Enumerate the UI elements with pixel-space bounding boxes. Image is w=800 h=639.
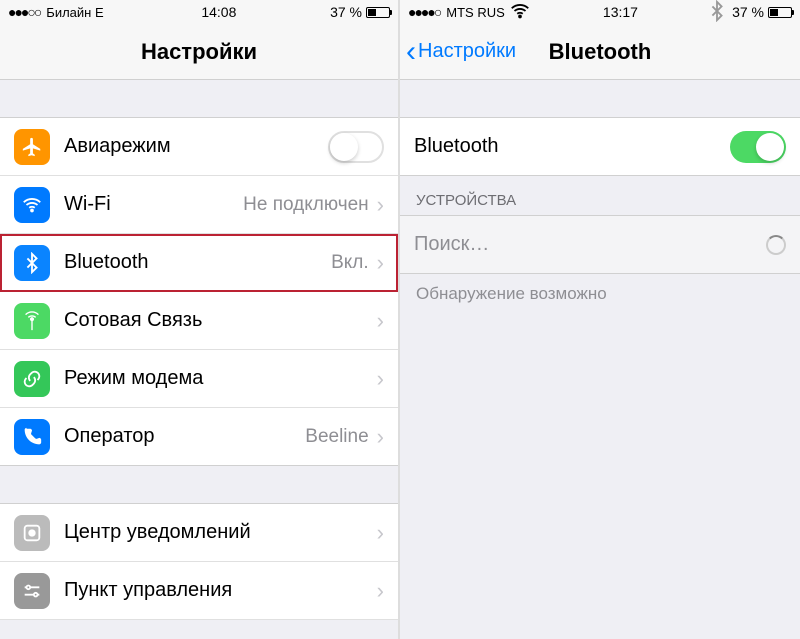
airplane-label: Авиарежим: [64, 135, 171, 158]
bluetooth-status-icon: [706, 0, 728, 25]
row-hotspot[interactable]: Режим модема ›: [0, 350, 398, 408]
clock: 14:08: [201, 4, 236, 20]
signal-dots-icon: ●●●●○: [408, 4, 440, 20]
notifications-label: Центр уведомлений: [64, 521, 251, 544]
hotspot-label: Режим модема: [64, 367, 203, 390]
clock: 13:17: [603, 4, 638, 20]
row-bluetooth[interactable]: Bluetooth Вкл. ›: [0, 234, 398, 292]
discoverable-note: Обнаружение возможно: [400, 274, 800, 314]
row-cellular[interactable]: Сотовая Связь ›: [0, 292, 398, 350]
chevron-right-icon: ›: [377, 308, 384, 334]
row-wifi[interactable]: Wi-Fi Не подключен ›: [0, 176, 398, 234]
status-bar: ●●●○○ Билайн E 14:08 37 %: [0, 0, 398, 24]
back-button[interactable]: ‹ Настройки: [406, 37, 516, 67]
wifi-label: Wi-Fi: [64, 193, 111, 216]
airplane-toggle[interactable]: [328, 131, 384, 163]
searching-label: Поиск…: [414, 233, 489, 256]
cellular-label: Сотовая Связь: [64, 309, 202, 332]
wifi-status-icon: [509, 0, 531, 25]
section-gap: [400, 80, 800, 118]
phone-icon: [14, 419, 50, 455]
settings-screen: ●●●○○ Билайн E 14:08 37 % Настройки Авиа…: [0, 0, 400, 639]
antenna-icon: [14, 303, 50, 339]
chevron-right-icon: ›: [377, 366, 384, 392]
bluetooth-toggle-label: Bluetooth: [414, 135, 499, 158]
nav-bar: Настройки: [0, 24, 398, 80]
carrier-label: Оператор: [64, 425, 155, 448]
airplane-icon: [14, 129, 50, 165]
bluetooth-screen: ●●●●○ MTS RUS 13:17 37 % ‹ Настройки Blu…: [400, 0, 800, 639]
bluetooth-toggle[interactable]: [730, 131, 786, 163]
chevron-right-icon: ›: [377, 520, 384, 546]
back-label: Настройки: [418, 40, 516, 63]
carrier-label: Билайн E: [46, 5, 103, 20]
chevron-right-icon: ›: [377, 250, 384, 276]
wifi-value: Не подключен: [111, 194, 369, 216]
bluetooth-label: Bluetooth: [64, 251, 149, 274]
nav-bar: ‹ Настройки Bluetooth: [400, 24, 800, 80]
battery-icon: [768, 7, 792, 18]
chevron-left-icon: ‹: [406, 37, 416, 67]
notification-center-icon: [14, 515, 50, 551]
chevron-right-icon: ›: [377, 192, 384, 218]
chevron-right-icon: ›: [377, 424, 384, 450]
row-searching: Поиск…: [400, 216, 800, 274]
signal-dots-icon: ●●●○○: [8, 4, 40, 20]
section-gap: [0, 466, 398, 504]
devices-section-header: УСТРОЙСТВА: [400, 176, 800, 216]
page-title: Настройки: [141, 39, 257, 65]
row-bluetooth-toggle[interactable]: Bluetooth: [400, 118, 800, 176]
bluetooth-icon: [14, 245, 50, 281]
section-gap: [0, 80, 398, 118]
row-notifications[interactable]: Центр уведомлений ›: [0, 504, 398, 562]
battery-percent: 37 %: [732, 4, 764, 20]
spinner-icon: [766, 235, 786, 255]
page-title: Bluetooth: [549, 39, 652, 65]
chevron-right-icon: ›: [377, 578, 384, 604]
status-bar: ●●●●○ MTS RUS 13:17 37 %: [400, 0, 800, 24]
carrier-label: MTS RUS: [446, 5, 505, 20]
control-center-icon: [14, 573, 50, 609]
link-icon: [14, 361, 50, 397]
wifi-icon: [14, 187, 50, 223]
row-carrier[interactable]: Оператор Beeline ›: [0, 408, 398, 466]
row-airplane[interactable]: Авиарежим: [0, 118, 398, 176]
battery-percent: 37 %: [330, 4, 362, 20]
row-control-center[interactable]: Пункт управления ›: [0, 562, 398, 620]
control-center-label: Пункт управления: [64, 579, 232, 602]
battery-icon: [366, 7, 390, 18]
carrier-value: Beeline: [155, 426, 369, 448]
bluetooth-value: Вкл.: [149, 252, 369, 274]
